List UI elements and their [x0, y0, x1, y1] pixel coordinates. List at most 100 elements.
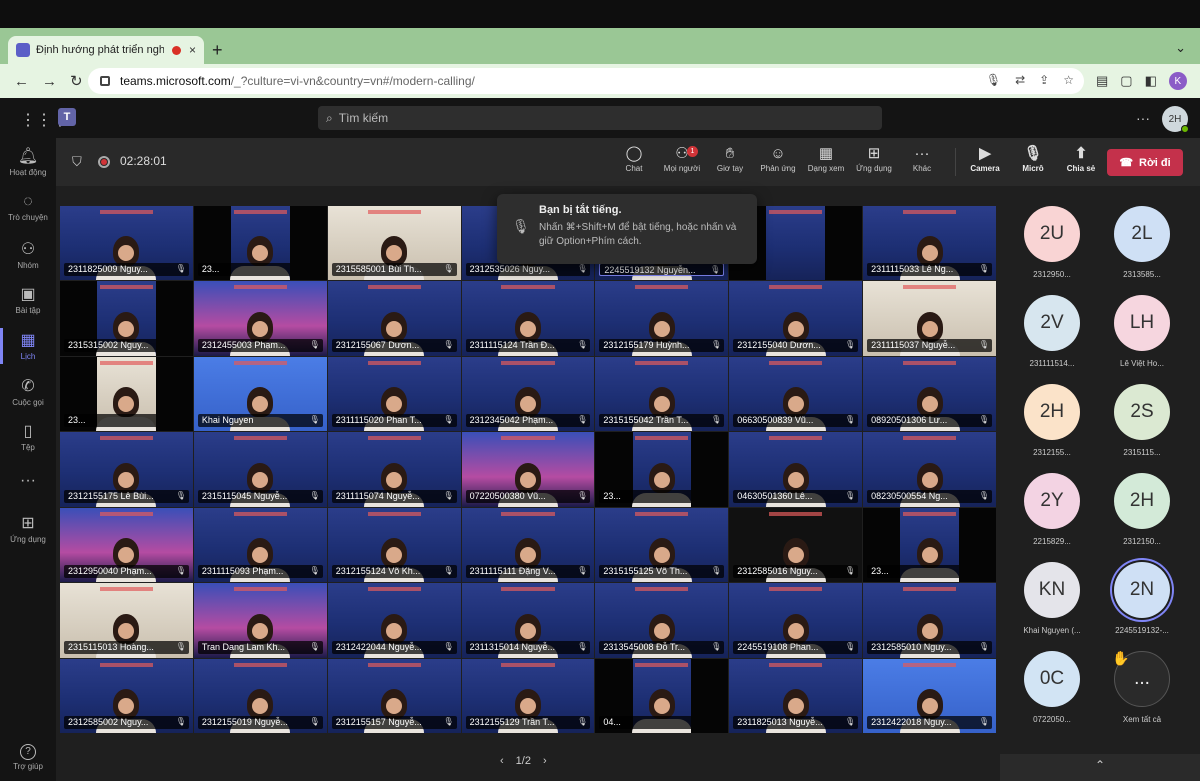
video-tile[interactable]: 2312155179 Huỳnh... 🎙	[595, 281, 729, 356]
roster-participant[interactable]: 2H 2312155...	[1010, 384, 1094, 457]
video-tile[interactable]: 04... 🎙	[595, 658, 729, 733]
video-tile[interactable]: 2315115045 Nguyễ... 🎙	[193, 432, 327, 507]
video-tile[interactable]: 2312155067 Dươn... 🎙	[327, 281, 461, 356]
video-tile[interactable]: 2312155124 Võ Kh... 🎙	[327, 507, 461, 583]
video-tile[interactable]: 2312950040 Phạm... 🎙	[60, 507, 193, 583]
reactions-button[interactable]: ☺ Phản ứng	[754, 144, 802, 173]
video-tile[interactable]: 23... 🎙	[863, 507, 996, 583]
video-tile[interactable]: 2312585010 Nguy... 🎙	[863, 583, 996, 658]
roster-participant[interactable]: 2N 2245519132-...	[1100, 562, 1184, 635]
share-button[interactable]: ⬆ Chia sẻ	[1057, 144, 1105, 173]
forward-icon[interactable]: →	[42, 73, 57, 90]
user-avatar[interactable]: 2H	[1162, 106, 1189, 133]
view-button[interactable]: ▦ Dạng xem	[802, 144, 850, 173]
rail-calls[interactable]: ✆ Cuộc gọi	[0, 376, 56, 407]
rail-files[interactable]: ▯ Tệp	[0, 421, 56, 452]
video-tile[interactable]: 2311825009 Nguy... 🎙	[60, 206, 193, 281]
video-tile[interactable]: 2312422044 Nguyễ... 🎙	[327, 583, 461, 658]
people-button[interactable]: ⚇ Mọi người	[658, 144, 706, 173]
roster-participant[interactable]: 2S 2315115...	[1100, 384, 1184, 457]
video-tile[interactable]: Tran Dang Lam Kh... 🎙	[193, 583, 327, 658]
video-tile[interactable]: Khai Nguyen 🎙	[193, 356, 327, 432]
microphone-icon[interactable]: 🎙	[986, 73, 1001, 87]
rail-calendar[interactable]: ▦ Lịch	[0, 330, 56, 361]
rail-help[interactable]: ? Trợ giúp	[0, 744, 56, 771]
video-tile[interactable]: 2312455003 Phạm... 🎙	[193, 281, 327, 356]
video-tile[interactable]: 2311115033 Lê Ng... 🎙	[863, 206, 996, 281]
sidepanel-icon[interactable]: ◧	[1145, 73, 1157, 89]
prev-page-icon[interactable]: ‹	[500, 755, 504, 767]
video-tile[interactable]: 2313545008 Đỗ Tr... 🎙	[595, 583, 729, 658]
video-tile[interactable]: 2312155040 Dươn... 🎙	[729, 281, 863, 356]
apps-button[interactable]: ⊞ Ứng dụng	[850, 144, 898, 173]
video-tile[interactable]: 2311115124 Trần Đ... 🎙	[461, 281, 595, 356]
roster-participant[interactable]: 2V 231111514...	[1010, 295, 1094, 368]
video-tile[interactable]: 2312155175 Lê Bùi... 🎙	[60, 432, 193, 507]
roster-participant[interactable]: 2Y 2215829...	[1010, 473, 1094, 546]
video-tile[interactable]: 06630500839 Vũ... 🎙	[729, 356, 863, 432]
video-tile[interactable]: 2312155157 Nguyễ... 🎙	[327, 658, 461, 733]
video-tile[interactable]: 2312585016 Nguy... 🎙	[729, 507, 863, 583]
url-field[interactable]: teams.microsoft.com /_?culture=vi-vn&cou…	[88, 68, 1084, 94]
back-icon[interactable]: ←	[14, 73, 29, 90]
mic-button[interactable]: 🎙 Micrô	[1009, 144, 1057, 173]
video-tile[interactable]: 2311115037 Nguyễ... 🎙	[863, 281, 996, 356]
video-tile[interactable]: 2315315002 Nguy... 🎙	[60, 281, 193, 356]
roster-participant[interactable]: 0C 0722050...	[1010, 651, 1094, 724]
video-tile[interactable]: 23... 🎙	[60, 356, 193, 432]
video-tile[interactable]: 2315155125 Võ Th... 🎙	[595, 507, 729, 583]
reload-icon[interactable]: ↻	[70, 72, 84, 90]
next-page-icon[interactable]: ›	[543, 755, 547, 767]
tab-close-icon[interactable]: ×	[189, 43, 196, 57]
share-icon[interactable]: ⇪	[1039, 73, 1049, 87]
video-tile[interactable]: 2311315014 Nguyễ... 🎙	[461, 583, 595, 658]
video-tile[interactable]: 2245519108 Phan... 🎙	[729, 583, 863, 658]
video-tile[interactable]: 2312422018 Nguy... 🎙	[863, 658, 996, 733]
video-tile[interactable]: 07220500380 Vũ... 🎙	[461, 432, 595, 507]
video-tile[interactable]: 08230500554 Ng... 🎙	[863, 432, 996, 507]
chat-button[interactable]: ◯ Chat	[610, 144, 658, 173]
video-tile[interactable]: 2312155129 Trần T... 🎙	[461, 658, 595, 733]
rail-teams[interactable]: ⚇ Nhóm	[0, 239, 56, 270]
roster-collapse-button[interactable]: ⌃	[1000, 754, 1200, 781]
video-tile[interactable]: 2311115093 Phạm... 🎙	[193, 507, 327, 583]
camera-button[interactable]: ▶ Camera	[961, 144, 1009, 173]
extension-icon[interactable]: ▤	[1096, 73, 1108, 89]
video-tile[interactable]: 2312155019 Nguyễ... 🎙	[193, 658, 327, 733]
raise-hand-button[interactable]: ✋︎ Giơ tay	[706, 144, 754, 173]
rail-chat[interactable]: ◌ Trò chuyện	[0, 193, 56, 222]
video-tile[interactable]: 2315155042 Trần T... 🎙	[595, 356, 729, 432]
roster-participant[interactable]: KN Khai Nguyen (...	[1010, 562, 1094, 635]
bookmark-star-icon[interactable]: ☆	[1063, 73, 1074, 87]
video-tile[interactable]: 23... 🎙	[193, 206, 327, 281]
video-tile[interactable]: 2312585002 Nguy... 🎙	[60, 658, 193, 733]
roster-participant[interactable]: LH Lê Việt Ho...	[1100, 295, 1184, 368]
more-actions-button[interactable]: ··· Khác	[898, 144, 946, 173]
tab-search-icon[interactable]: ⌄	[1175, 40, 1186, 56]
new-tab-button[interactable]: +	[212, 40, 223, 61]
roster-participant[interactable]: 2H 2312150...	[1100, 473, 1184, 546]
video-tile[interactable]: 2315585001 Bùi Th... 🎙	[327, 206, 461, 281]
rail-assignments[interactable]: ▣ Bài tập	[0, 284, 56, 315]
settings-more-icon[interactable]: ···	[1136, 110, 1150, 126]
rail-apps[interactable]: ⊞ Ứng dụng	[0, 513, 56, 544]
rail-more[interactable]: ···	[0, 472, 56, 492]
search-input[interactable]: ⌕ Tìm kiếm	[318, 106, 882, 130]
video-tile[interactable]: 2311825013 Nguyễ... 🎙	[729, 658, 863, 733]
rail-activity[interactable]: 🔔︎ Hoạt động	[0, 146, 56, 177]
puzzle-icon[interactable]: ▢	[1120, 73, 1132, 89]
video-tile[interactable]: 2311115111 Đặng V... 🎙	[461, 507, 595, 583]
browser-tab[interactable]: Định hướng phát triển nghề ×	[8, 36, 204, 64]
roster-participant[interactable]: 2L 2313585...	[1100, 206, 1184, 279]
profile-avatar[interactable]: K	[1168, 72, 1187, 90]
video-tile[interactable]: 23... 🎙	[595, 432, 729, 507]
translate-icon[interactable]: ⇄	[1015, 73, 1025, 87]
video-tile[interactable]: 08920501306 Lư... 🎙	[863, 356, 996, 432]
leave-button[interactable]: ☎ Rời đi	[1107, 149, 1183, 176]
video-tile[interactable]: 2311115020 Phan T... 🎙	[327, 356, 461, 432]
video-tile[interactable]: 2311115074 Nguyễ... 🎙	[327, 432, 461, 507]
video-tile[interactable]: 04630501360 Lê... 🎙	[729, 432, 863, 507]
video-tile[interactable]: 2315115013 Hoàng... 🎙	[60, 583, 193, 658]
roster-participant[interactable]: 2U 2312950...	[1010, 206, 1094, 279]
video-tile[interactable]: 2312345042 Phạm... 🎙	[461, 356, 595, 432]
